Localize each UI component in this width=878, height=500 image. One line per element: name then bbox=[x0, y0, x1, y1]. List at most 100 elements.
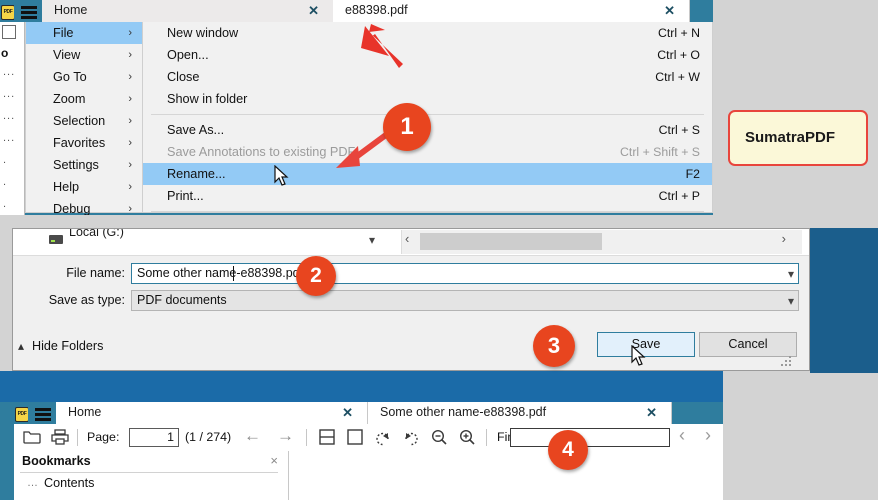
bottom-window-tabbar: PDF Home ✕ Some other name-e88398.pdf ✕ bbox=[14, 402, 723, 424]
chevron-down-icon[interactable]: ▾ bbox=[369, 233, 375, 247]
tab-e88398-pdf[interactable]: e88398.pdf ✕ bbox=[333, 0, 690, 22]
chevron-right-icon: › bbox=[128, 203, 132, 215]
chevron-right-icon: › bbox=[128, 71, 132, 83]
pdf-content-area: Bookmarks × … Contents bbox=[14, 451, 723, 500]
find-previous-icon[interactable]: ‹ bbox=[679, 425, 685, 446]
toolbar-separator bbox=[306, 429, 307, 446]
scroll-left-icon[interactable]: ‹ bbox=[405, 231, 409, 246]
menu-item-label: File bbox=[53, 26, 74, 40]
folder-open-icon[interactable] bbox=[22, 428, 42, 451]
tab-renamed-pdf-close-icon[interactable]: ✕ bbox=[646, 405, 657, 421]
menu-item-help[interactable]: Help › bbox=[26, 176, 142, 198]
page-number-input[interactable]: 1 bbox=[129, 428, 179, 447]
tab-home-close-icon[interactable]: ✕ bbox=[342, 405, 353, 421]
menu-item-close[interactable]: Close Ctrl + W bbox=[143, 66, 712, 88]
chevron-up-icon: ▴ bbox=[18, 339, 25, 353]
page-label: Page: bbox=[87, 430, 120, 444]
save-as-type-select[interactable]: PDF documents ▾ bbox=[131, 290, 799, 311]
menu-item-new-window[interactable]: New window Ctrl + N bbox=[143, 22, 712, 44]
rotate-left-icon[interactable] bbox=[373, 428, 393, 451]
save-button[interactable]: Save bbox=[597, 332, 695, 357]
drive-label: Local (G:) bbox=[69, 228, 124, 239]
menu-item-label: Zoom bbox=[53, 92, 86, 106]
annotation-badge-2: 2 bbox=[296, 256, 336, 296]
scroll-right-icon[interactable]: › bbox=[782, 231, 786, 246]
menu-item-show-in-folder[interactable]: Show in folder bbox=[143, 88, 712, 110]
menu-item-label: Save Annotations to existing PDF bbox=[167, 145, 356, 159]
scrollbar-thumb[interactable] bbox=[420, 233, 602, 250]
menu-item-shortcut: Ctrl + P bbox=[658, 189, 700, 203]
previous-page-icon[interactable]: ← bbox=[244, 426, 261, 446]
menu-item-selection[interactable]: Selection › bbox=[26, 110, 142, 132]
pdf-page-view[interactable] bbox=[290, 451, 723, 500]
menu-item-go-to[interactable]: Go To › bbox=[26, 66, 142, 88]
find-input[interactable] bbox=[510, 428, 670, 447]
strip-row: ... bbox=[3, 110, 16, 122]
bookmark-item-contents[interactable]: … Contents bbox=[27, 476, 94, 490]
zoom-in-icon[interactable] bbox=[457, 428, 477, 451]
menu-item-shortcut: Ctrl + W bbox=[655, 70, 700, 84]
menu-item-label: Save As... bbox=[167, 123, 225, 137]
printer-icon[interactable] bbox=[50, 428, 70, 451]
find-next-icon[interactable]: › bbox=[705, 425, 711, 446]
tab-renamed-pdf[interactable]: Some other name-e88398.pdf ✕ bbox=[368, 402, 672, 424]
tab-home-close-icon[interactable]: ✕ bbox=[308, 3, 319, 19]
zoom-out-icon[interactable] bbox=[429, 428, 449, 451]
sumatrapdf-bottom-window: PDF Home ✕ Some other name-e88398.pdf ✕ … bbox=[0, 374, 723, 500]
menu-item-zoom[interactable]: Zoom › bbox=[26, 88, 142, 110]
menu-item-label: Print... bbox=[167, 189, 204, 203]
annotation-badge-4: 4 bbox=[548, 430, 588, 470]
facing-pages-icon[interactable] bbox=[317, 428, 337, 451]
chevron-right-icon: › bbox=[128, 49, 132, 61]
hamburger-icon[interactable] bbox=[16, 1, 42, 22]
resize-grip[interactable] bbox=[781, 356, 793, 368]
menu-item-favorites[interactable]: Favorites › bbox=[26, 132, 142, 154]
menu-item-save-annotations-to-existing-pdf[interactable]: Save Annotations to existing PDF Ctrl + S… bbox=[143, 141, 712, 163]
menu-item-rename[interactable]: Rename... F2 bbox=[143, 163, 712, 185]
tab-e88398-pdf-close-icon[interactable]: ✕ bbox=[664, 3, 675, 19]
chevron-right-icon: › bbox=[128, 159, 132, 171]
folder-list-scrollbar[interactable]: ‹ › bbox=[401, 230, 802, 254]
tab-home[interactable]: Home ✕ bbox=[42, 0, 334, 22]
single-page-icon[interactable] bbox=[345, 428, 365, 451]
menu-item-label: Open... bbox=[167, 48, 209, 62]
desktop-blue-right bbox=[810, 228, 878, 373]
strip-row: ... bbox=[3, 88, 16, 100]
hamburger-icon[interactable] bbox=[30, 403, 56, 424]
strip-row: . bbox=[3, 198, 8, 210]
strip-row: . bbox=[3, 176, 8, 188]
strip-row: ... bbox=[3, 66, 16, 78]
menu-item-debug[interactable]: Debug › bbox=[26, 198, 142, 215]
chevron-down-icon[interactable]: ▾ bbox=[788, 267, 794, 281]
strip-row: . bbox=[3, 154, 8, 166]
menu-item-label: Selection bbox=[53, 114, 106, 128]
menu-item-open[interactable]: Open... Ctrl + O bbox=[143, 44, 712, 66]
menu-separator bbox=[151, 211, 704, 212]
strip-row bbox=[0, 22, 24, 44]
sumatrapdf-callout-box: SumatraPDF bbox=[728, 110, 868, 166]
menu-item-print[interactable]: Print... Ctrl + P bbox=[143, 185, 712, 207]
bookmarks-close-icon[interactable]: × bbox=[270, 453, 278, 468]
strip-row: o bbox=[1, 46, 9, 60]
chevron-down-icon[interactable]: ▾ bbox=[788, 294, 794, 308]
chevron-right-icon: › bbox=[128, 115, 132, 127]
pdf-logo-glyph: PDF bbox=[1, 5, 14, 20]
bookmarks-divider bbox=[20, 472, 278, 473]
menu-item-settings[interactable]: Settings › bbox=[26, 154, 142, 176]
menu-item-shortcut: Ctrl + Shift + S bbox=[620, 145, 700, 159]
menu-item-file[interactable]: File › bbox=[26, 22, 142, 44]
chevron-right-icon: › bbox=[128, 27, 132, 39]
sumatrapdf-callout-label: SumatraPDF bbox=[745, 129, 836, 146]
rotate-right-icon[interactable] bbox=[401, 428, 421, 451]
cancel-button[interactable]: Cancel bbox=[699, 332, 797, 357]
chevron-right-icon: › bbox=[128, 93, 132, 105]
menu-column-primary: File › View › Go To › Zoom › Selection › Favorites… bbox=[25, 22, 143, 215]
menu-item-view[interactable]: View › bbox=[26, 44, 142, 66]
page-total-label: (1 / 274) bbox=[185, 430, 232, 444]
sumatrapdf-logo-icon: PDF bbox=[14, 403, 28, 423]
next-page-icon[interactable]: → bbox=[277, 426, 294, 446]
tab-home[interactable]: Home ✕ bbox=[56, 402, 368, 424]
file-name-input[interactable]: Some other name-e88398.pdf ▾ bbox=[131, 263, 799, 284]
save-as-type-value: PDF documents bbox=[137, 293, 227, 307]
hide-folders-label: Hide Folders bbox=[32, 339, 104, 353]
